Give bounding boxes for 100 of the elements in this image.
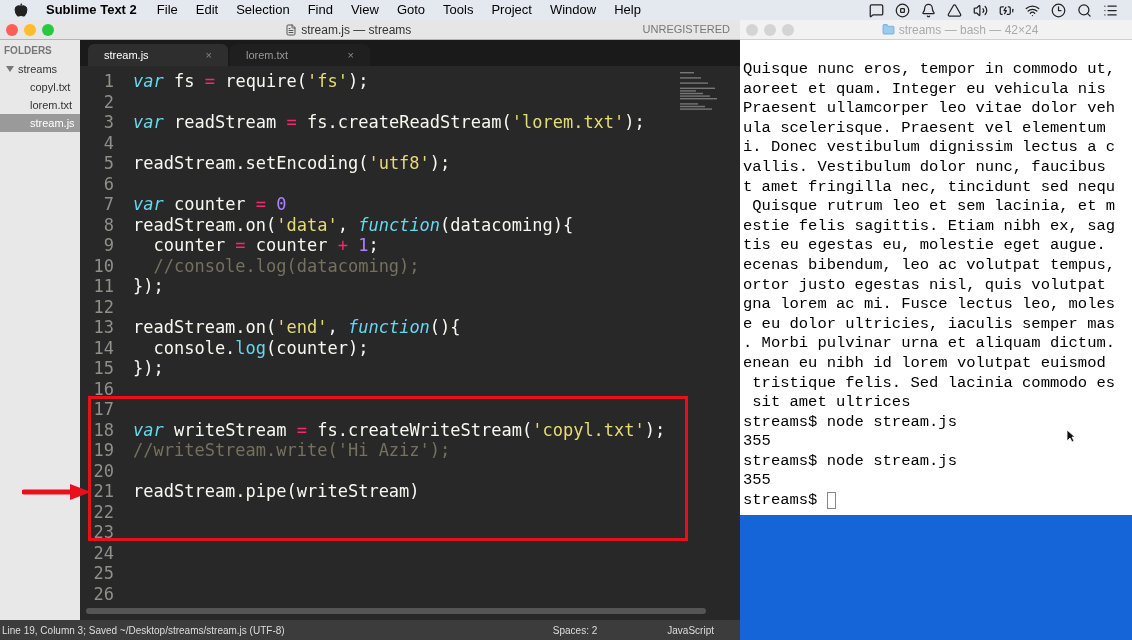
bell-icon[interactable] (921, 2, 936, 18)
line-number: 8 (102, 214, 114, 235)
line-number: 19 (92, 440, 114, 461)
terminal-line: vallis. Vestibulum dolor nunc, faucibus (743, 157, 1106, 178)
terminal-line: streams$ node stream.js (743, 451, 957, 472)
terminal-line: ortor justo egestas nisl, quis volutpat (743, 275, 1106, 296)
line-number: 13 (92, 317, 114, 338)
status-text: Line 19, Column 3; Saved ~/Desktop/streams/stream.js (UTF-8) (2, 623, 285, 638)
line-number: 18 (92, 419, 114, 440)
expanded-triangle-icon[interactable] (6, 66, 14, 72)
tab[interactable]: stream.js × (88, 44, 228, 66)
tab[interactable]: lorem.txt × (230, 44, 370, 66)
syntax-setting[interactable]: JavaScript (667, 622, 714, 638)
terminal-line: tis eu egestas eu, molestie eget augue. (743, 236, 1106, 256)
terminal-line: Quisque rutrum leo et sem lacinia, et m (751, 197, 1116, 217)
terminal-line: enean eu nibh id lorem volutpat euismod (743, 353, 1106, 374)
code-line: counter = counter + 1; (152, 235, 379, 256)
terminal-line: t amet fringilla nec, tincidunt sed nequ (743, 177, 1116, 198)
terminal-line: gna lorem ac mi. Fusce lectus leo, moles (743, 295, 1116, 315)
license-label: UNREGISTERED (642, 22, 730, 38)
terminal-line: estie felis sagittis. Etiam nibh ex, sag (743, 216, 1116, 237)
code-line: //writeStream.write('Hi Aziz'); (133, 440, 451, 461)
terminal-line: e eu dolor ultricies, iaculis semper mas (743, 314, 1116, 335)
code-line: //console.log(datacoming); (152, 255, 420, 276)
terminal-line: Praesent ullamcorper leo vitae dolor veh (743, 99, 1116, 119)
line-number: 10 (92, 255, 114, 276)
folder-icon (881, 23, 895, 36)
menu-item[interactable]: View (350, 0, 379, 20)
terminal-line: . Morbi pulvinar urna et aliquam dictum. (743, 334, 1116, 354)
mouse-pointer-icon (1066, 429, 1076, 443)
line-number: 25 (92, 563, 114, 584)
menu-item[interactable]: Window (549, 0, 597, 20)
code-line: var fs = require('fs'); (133, 71, 369, 92)
line-number: 6 (102, 173, 114, 194)
line-number: 12 (92, 296, 114, 317)
triangle-icon[interactable] (947, 2, 962, 18)
menu-item[interactable]: Help (614, 0, 641, 20)
line-number: 1 (102, 71, 114, 92)
wifi-icon[interactable] (1025, 2, 1040, 18)
horizontal-scrollbar[interactable] (86, 608, 706, 614)
list-icon[interactable] (1103, 2, 1118, 18)
terminal-line: streams$ node stream.js (743, 412, 957, 433)
line-number: 5 (102, 153, 114, 174)
sidebar-item[interactable]: lorem.txt (0, 96, 80, 114)
line-number: 22 (92, 501, 114, 522)
sidebar-item[interactable]: streams (0, 60, 80, 78)
line-number: 16 (92, 378, 114, 399)
line-number: 9 (102, 235, 114, 256)
clock-icon[interactable] (1051, 2, 1066, 18)
document-icon (285, 23, 298, 36)
line-number: 15 (92, 358, 114, 379)
terminal-line: Quisque nunc eros, tempor in commodo ut, (743, 60, 1116, 80)
menu-item[interactable]: Find (307, 0, 333, 20)
line-number: 17 (92, 399, 114, 420)
menu-item[interactable]: Goto (396, 0, 426, 20)
line-number: 4 (102, 132, 114, 153)
apple-icon[interactable] (14, 3, 28, 17)
menu-item[interactable]: Tools (443, 0, 474, 20)
indentation-setting[interactable]: Spaces: 2 (552, 622, 598, 638)
terminal-prompt: streams$ (743, 491, 819, 511)
search-icon[interactable] (1077, 2, 1092, 18)
sidebar-item[interactable]: copyl.txt (0, 78, 80, 96)
stop-icon[interactable] (895, 2, 910, 18)
code-line: var readStream = fs.createReadStream('lorem.txt'); (133, 112, 645, 133)
menu-item[interactable]: Project (491, 0, 532, 20)
terminal-line: aoreet et quam. Integer eu vehicula nis (743, 79, 1106, 100)
terminal-line: ecenas bibendum, leo ac volutpat tempus, (743, 255, 1116, 276)
sidebar-heading: FOLDERS (3, 44, 53, 58)
line-number: 2 (102, 91, 114, 112)
line-number: 20 (92, 460, 114, 481)
chat-icon[interactable] (869, 2, 884, 18)
line-number: 14 (92, 337, 114, 358)
close-tab-button[interactable]: × (205, 46, 212, 64)
window-title: streams — bash — 42×24 (898, 21, 1039, 39)
code-line: var counter = 0 (133, 194, 287, 215)
terminal-line: tristique felis. Sed lacinia commodo es (751, 373, 1116, 394)
code-line: }); (133, 276, 164, 297)
line-number: 24 (92, 542, 114, 563)
line-number: 7 (102, 194, 114, 215)
menu-item[interactable]: Selection (236, 0, 290, 20)
line-number: 3 (102, 112, 114, 133)
line-number: 23 (92, 522, 114, 543)
terminal-line: sit amet ultrices (751, 393, 911, 413)
code-line: readStream.on('data', function(datacoming){ (133, 214, 574, 235)
menu-item[interactable]: File (156, 0, 178, 20)
terminal-line: i. Donec vestibulum dignissim lectus a c (743, 138, 1116, 158)
window-title: stream.js — streams (301, 21, 412, 39)
line-number: 26 (92, 583, 114, 604)
code-line: console.log(counter); (152, 337, 369, 358)
terminal-line: 355 (743, 432, 771, 452)
close-tab-button[interactable]: × (347, 46, 354, 64)
code-line: var writeStream = fs.createWriteStream('copyl.txt'); (133, 419, 666, 440)
line-number: 21 (92, 481, 114, 502)
text-cursor (826, 492, 836, 510)
app-name[interactable]: Sublime Text 2 (46, 0, 137, 20)
terminal-line: 355 (743, 471, 771, 492)
menu-item[interactable]: Edit (195, 0, 219, 20)
volume-icon[interactable] (973, 2, 988, 18)
line-number: 11 (92, 276, 114, 297)
code-line: readStream.on('end', function(){ (133, 317, 461, 338)
